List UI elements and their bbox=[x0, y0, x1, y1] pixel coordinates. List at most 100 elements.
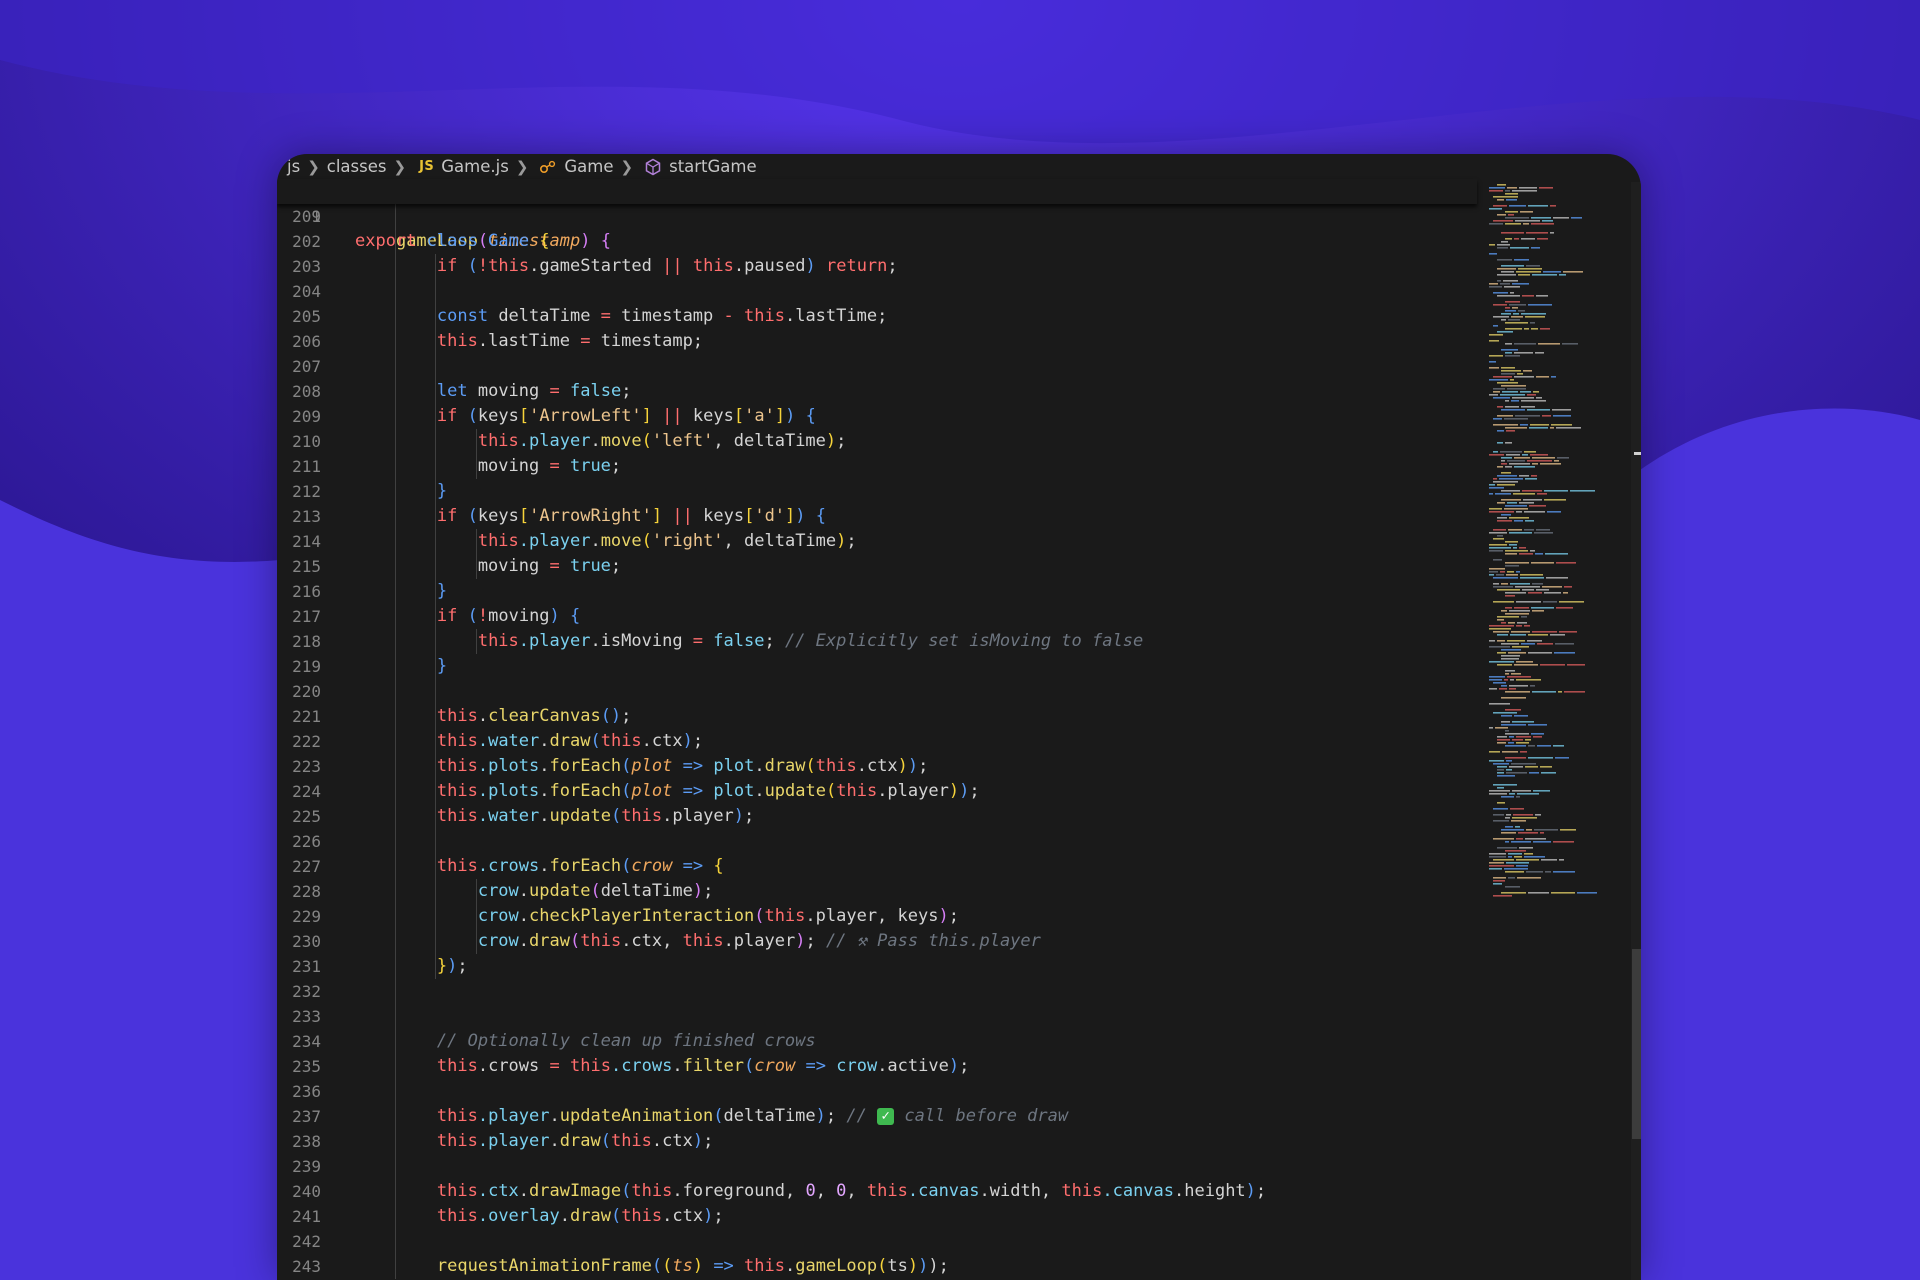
code-token: .plots bbox=[477, 781, 540, 801]
code-line[interactable]: 233 bbox=[277, 1004, 1477, 1029]
minimap-line bbox=[1489, 865, 1514, 867]
minimap-line bbox=[1505, 817, 1510, 819]
minimap-line bbox=[1510, 634, 1526, 636]
minimap-line bbox=[1505, 541, 1518, 543]
code-line[interactable]: 240 this.ctx.drawImage(this.foreground, … bbox=[277, 1179, 1477, 1204]
code-line[interactable]: 239 bbox=[277, 1154, 1477, 1179]
code-line[interactable]: 220 bbox=[277, 679, 1477, 704]
minimap-line bbox=[1530, 322, 1535, 324]
code-line[interactable]: 231 }); bbox=[277, 954, 1477, 979]
code-token: ) bbox=[682, 731, 693, 751]
code-token: crow bbox=[631, 856, 673, 876]
code-line[interactable]: 223 this.plots.forEach(plot => plot.draw… bbox=[277, 754, 1477, 779]
code-line[interactable]: 210 this.player.move('left', deltaTime); bbox=[277, 429, 1477, 454]
code-line[interactable]: 218 this.player.isMoving = false; // Exp… bbox=[277, 629, 1477, 654]
code-token: . bbox=[754, 756, 765, 776]
minimap-line bbox=[1530, 550, 1535, 552]
code-line[interactable]: 230 crow.draw(this.ctx, this.player); //… bbox=[277, 929, 1477, 954]
sticky-scroll-line[interactable]: 9 export class Game { bbox=[277, 179, 1477, 251]
code-token: .lastTime bbox=[477, 331, 581, 351]
code-token: .crows bbox=[477, 1056, 550, 1076]
minimap-line bbox=[1554, 460, 1559, 462]
minimap-line bbox=[1525, 766, 1538, 768]
code-line[interactable]: 213 if (keys['ArrowRight'] || keys['d'])… bbox=[277, 504, 1477, 529]
code-line[interactable]: 224 this.plots.forEach(plot => plot.upda… bbox=[277, 779, 1477, 804]
minimap-line bbox=[1559, 631, 1577, 633]
code-line[interactable]: 208 let moving = false; bbox=[277, 379, 1477, 404]
code-line[interactable]: 235 this.crows = this.crows.filter(crow … bbox=[277, 1054, 1477, 1079]
code-line[interactable]: 204 bbox=[277, 279, 1477, 304]
minimap-line bbox=[1510, 292, 1514, 294]
code-line[interactable]: 205 const deltaTime = timestamp - this.l… bbox=[277, 304, 1477, 329]
code-lines[interactable]: 201202 gameLoop(timestamp) {203 if (!thi… bbox=[277, 204, 1477, 1279]
breadcrumb-file[interactable]: Game.js bbox=[441, 157, 509, 176]
code-token: . bbox=[785, 1256, 796, 1276]
code-token: . bbox=[559, 1206, 570, 1226]
code-token: 'right' bbox=[651, 531, 724, 551]
code-line[interactable]: 225 this.water.update(this.player); bbox=[277, 804, 1477, 829]
code-line[interactable]: 236 bbox=[277, 1079, 1477, 1104]
code-line[interactable]: 217 if (!moving) { bbox=[277, 604, 1477, 629]
code-line[interactable]: 201 bbox=[277, 204, 1477, 229]
code-line[interactable]: 229 crow.checkPlayerInteraction(this.pla… bbox=[277, 904, 1477, 929]
breadcrumb-folder-js[interactable]: js bbox=[287, 157, 300, 176]
code-token: export bbox=[355, 231, 417, 251]
code-line[interactable]: 222 this.water.draw(this.ctx); bbox=[277, 729, 1477, 754]
line-number: 225 bbox=[292, 807, 321, 826]
code-token: ; bbox=[948, 906, 959, 926]
code-line[interactable]: 243 requestAnimationFrame((ts) => this.g… bbox=[277, 1254, 1477, 1279]
code-line[interactable]: 226 bbox=[277, 829, 1477, 854]
code-line[interactable]: 232 bbox=[277, 979, 1477, 1004]
minimap-line bbox=[1489, 547, 1511, 549]
line-number: 232 bbox=[292, 982, 321, 1001]
code-line[interactable]: 238 this.player.draw(this.ctx); bbox=[277, 1129, 1477, 1154]
code-line[interactable]: 211 moving = true; bbox=[277, 454, 1477, 479]
code-line[interactable]: 207 bbox=[277, 354, 1477, 379]
breadcrumb-method[interactable]: startGame bbox=[669, 157, 757, 176]
code-token: crow bbox=[836, 1056, 878, 1076]
minimap-line bbox=[1555, 643, 1574, 645]
code-text: requestAnimationFrame((ts) => this.gameL… bbox=[355, 1254, 949, 1279]
code-text: crow.draw(this.ctx, this.player); // ⚒ P… bbox=[355, 929, 1041, 954]
minimap[interactable] bbox=[1483, 182, 1613, 902]
code-line[interactable]: 219 } bbox=[277, 654, 1477, 679]
scrollbar-thumb[interactable] bbox=[1632, 949, 1641, 1139]
code-line[interactable]: 214 this.player.move('right', deltaTime)… bbox=[277, 529, 1477, 554]
code-line[interactable]: 215 moving = true; bbox=[277, 554, 1477, 579]
code-token: 'ArrowLeft' bbox=[529, 406, 642, 426]
code-line[interactable]: 209 if (keys['ArrowLeft'] || keys['a']) … bbox=[277, 404, 1477, 429]
minimap-line bbox=[1533, 736, 1542, 738]
minimap-line bbox=[1506, 199, 1517, 201]
code-token: this bbox=[477, 431, 519, 451]
minimap-line bbox=[1535, 553, 1543, 555]
minimap-line bbox=[1514, 466, 1535, 468]
code-line[interactable]: 241 this.overlay.draw(this.ctx); bbox=[277, 1204, 1477, 1229]
minimap-line bbox=[1521, 406, 1535, 408]
breadcrumb-folder-classes[interactable]: classes bbox=[327, 157, 387, 176]
code-line[interactable]: 237 this.player.updateAnimation(deltaTim… bbox=[277, 1104, 1477, 1129]
code-token: .ctx bbox=[662, 1206, 704, 1226]
code-line[interactable]: 212 } bbox=[277, 479, 1477, 504]
breadcrumb-class[interactable]: Game bbox=[564, 157, 613, 176]
minimap-line bbox=[1513, 814, 1533, 816]
minimap-line bbox=[1544, 490, 1568, 492]
minimap-line bbox=[1525, 478, 1537, 480]
minimap-line bbox=[1511, 316, 1523, 318]
code-line[interactable]: 234 // Optionally clean up finished crow… bbox=[277, 1029, 1477, 1054]
code-line[interactable]: 216 } bbox=[277, 579, 1477, 604]
code-line[interactable]: 227 this.crows.forEach(crow => { bbox=[277, 854, 1477, 879]
code-line[interactable]: 206 this.lastTime = timestamp; bbox=[277, 329, 1477, 354]
line-number: 231 bbox=[292, 957, 321, 976]
code-line[interactable]: 203 if (!this.gameStarted || this.paused… bbox=[277, 254, 1477, 279]
code-text: this.crows = this.crows.filter(crow => c… bbox=[355, 1054, 969, 1079]
code-line[interactable]: 228 crow.update(deltaTime); bbox=[277, 879, 1477, 904]
code-token: .player bbox=[477, 1106, 550, 1126]
minimap-line bbox=[1501, 373, 1515, 375]
code-line[interactable]: 242 bbox=[277, 1229, 1477, 1254]
minimap-line bbox=[1505, 217, 1529, 219]
code-line[interactable]: 221 this.clearCanvas(); bbox=[277, 704, 1477, 729]
